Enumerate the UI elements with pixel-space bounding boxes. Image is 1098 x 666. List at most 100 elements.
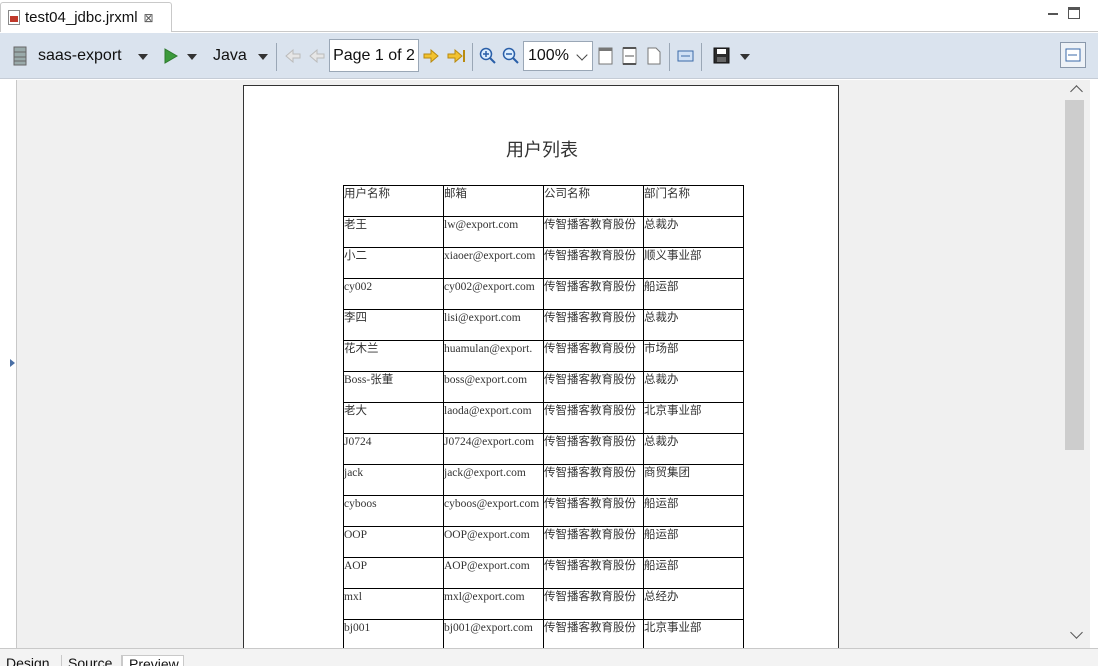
table-cell: OOP@export.com [443,526,544,558]
table-cell: xiaoer@export.com [443,247,544,279]
table-row: 老大 laoda@export.com 传智播客教育股份 北京事业部 [343,402,744,434]
table-row: 李四 lisi@export.com 传智播客教育股份 总裁办 [343,309,744,341]
table-cell: 总裁办 [643,371,744,403]
table-cell: OOP [343,526,444,558]
database-icon [13,46,27,66]
column-header: 邮箱 [443,185,544,217]
close-tab-icon[interactable]: ⊠ [144,11,154,25]
table-cell: AOP [343,557,444,589]
table-cell: jack [343,464,444,496]
table-cell: 传智播客教育股份 [543,216,644,248]
table-cell: 船运部 [643,557,744,589]
chevron-down-icon [576,49,588,61]
expand-panel-icon[interactable] [10,359,15,367]
run-icon[interactable] [162,48,178,64]
toolbar-separator [276,43,277,71]
editor-tab[interactable]: test04_jdbc.jrxml ⊠ [0,2,172,32]
table-cell: 船运部 [643,526,744,558]
fit-width-icon[interactable] [622,47,638,65]
editor-tab-strip: test04_jdbc.jrxml ⊠ [0,0,1098,32]
table-cell: 花木兰 [343,340,444,372]
table-cell: huamulan@export. [443,340,544,372]
table-cell: 市场部 [643,340,744,372]
table-row: mxl mxl@export.com 传智播客教育股份 总经办 [343,588,744,620]
table-cell: 顺义事业部 [643,247,744,279]
editor-tab-title: test04_jdbc.jrxml [25,9,138,26]
tab-source[interactable]: Source [62,655,122,666]
scroll-up-icon[interactable] [1070,85,1083,98]
table-cell: J0724 [343,433,444,465]
zoom-value: 100% [528,47,569,64]
table-cell: 总经办 [643,588,744,620]
table-row: 老王 lw@export.com 传智播客教育股份 总裁办 [343,216,744,248]
column-header: 部门名称 [643,185,744,217]
table-cell: 船运部 [643,495,744,527]
language-select[interactable]: Java [213,33,247,79]
table-cell: cy002 [343,278,444,310]
jrxml-file-icon [7,9,21,26]
datasource-label: saas-export [38,47,122,64]
table-cell: 传智播客教育股份 [543,526,644,558]
table-row: cy002 cy002@export.com 传智播客教育股份 船运部 [343,278,744,310]
toggle-view-icon[interactable] [1060,42,1086,68]
first-page-icon[interactable] [284,48,302,64]
table-cell: mxl [343,588,444,620]
minimize-icon[interactable] [1046,6,1060,20]
table-cell: bj001@export.com [443,619,544,651]
scroll-down-icon[interactable] [1070,626,1083,639]
report-title: 用户列表 [506,140,578,161]
export-icon[interactable] [677,48,695,64]
table-cell: 传智播客教育股份 [543,557,644,589]
save-dropdown-icon[interactable] [740,54,750,60]
table-cell: 传智播客教育股份 [543,433,644,465]
table-row: jack jack@export.com 传智播客教育股份 商贸集团 [343,464,744,496]
report-table: 用户名称 邮箱 公司名称 部门名称 老王 lw@export.com 传智播客教育股份 总裁办… [343,185,744,651]
vertical-scrollbar[interactable] [1064,80,1090,648]
table-cell: 小二 [343,247,444,279]
table-cell: bj001 [343,619,444,651]
last-page-icon[interactable] [446,48,466,64]
table-cell: 老王 [343,216,444,248]
datasource-select[interactable]: saas-export [38,33,122,79]
table-cell: mxl@export.com [443,588,544,620]
toolbar-separator [669,43,670,71]
table-cell: boss@export.com [443,371,544,403]
actual-size-icon[interactable] [646,47,662,65]
table-cell: 老大 [343,402,444,434]
table-cell: 传智播客教育股份 [543,278,644,310]
zoom-in-icon[interactable] [479,47,497,65]
zoom-select[interactable]: 100% [523,41,593,71]
table-cell: jack@export.com [443,464,544,496]
run-dropdown-icon[interactable] [187,54,197,60]
table-row: Boss-张董 boss@export.com 传智播客教育股份 总裁办 [343,371,744,403]
table-row: cyboos cyboos@export.com 传智播客教育股份 船运部 [343,495,744,527]
maximize-icon[interactable] [1068,7,1080,19]
column-header: 公司名称 [543,185,644,217]
table-cell: laoda@export.com [443,402,544,434]
table-cell: 船运部 [643,278,744,310]
table-row: AOP AOP@export.com 传智播客教育股份 船运部 [343,557,744,589]
table-cell: 李四 [343,309,444,341]
table-row: OOP OOP@export.com 传智播客教育股份 船运部 [343,526,744,558]
table-cell: 北京事业部 [643,402,744,434]
next-page-icon[interactable] [422,48,440,64]
scrollbar-thumb[interactable] [1065,100,1084,450]
previous-page-icon[interactable] [308,48,326,64]
table-cell: Boss-张董 [343,371,444,403]
datasource-dropdown-icon[interactable] [138,54,148,60]
tab-preview[interactable]: Preview [122,655,184,666]
table-cell: 总裁办 [643,309,744,341]
language-dropdown-icon[interactable] [258,54,268,60]
table-row: J0724 J0724@export.com 传智播客教育股份 总裁办 [343,433,744,465]
report-page: 用户列表 用户名称 邮箱 公司名称 部门名称 老王 lw@export.com 传智播客教育… [243,85,839,660]
zoom-out-icon[interactable] [502,47,520,65]
table-cell: 北京事业部 [643,619,744,651]
tab-design[interactable]: Design [0,655,62,666]
toolbar-separator [701,43,702,71]
column-header: 用户名称 [343,185,444,217]
table-row: bj001 bj001@export.com 传智播客教育股份 北京事业部 [343,619,744,651]
table-cell: 传智播客教育股份 [543,464,644,496]
fit-page-icon[interactable] [598,47,614,65]
table-header-row: 用户名称 邮箱 公司名称 部门名称 [343,185,744,217]
save-icon[interactable] [713,47,730,64]
